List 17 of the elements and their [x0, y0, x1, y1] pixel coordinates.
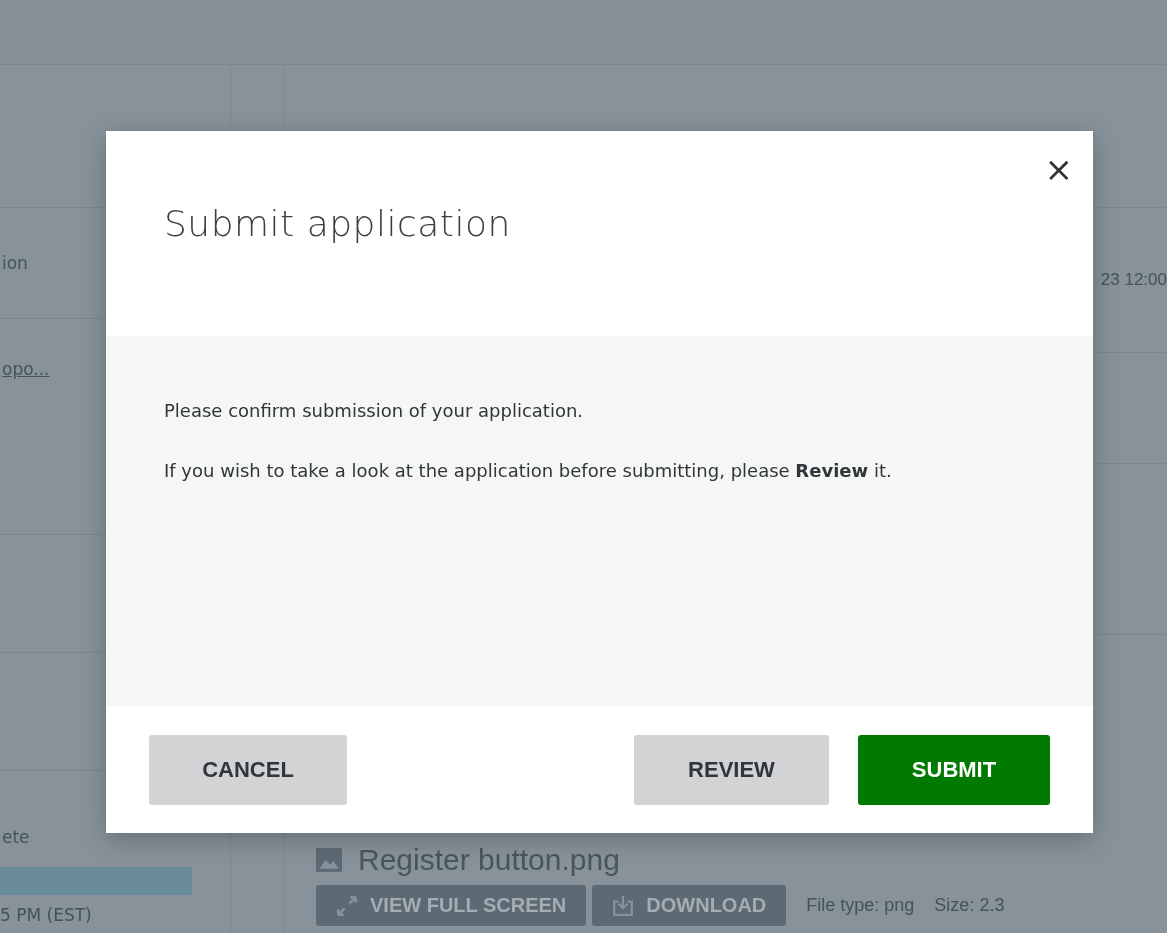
- submit-button[interactable]: SUBMIT: [858, 734, 1050, 805]
- cancel-button[interactable]: CANCEL: [149, 734, 347, 805]
- sidebar-label: ete: [2, 827, 30, 847]
- file-size-text: Size: 2.3: [934, 895, 1005, 916]
- close-button[interactable]: ×: [1038, 147, 1079, 191]
- file-name: Register button.png: [358, 843, 620, 877]
- date-text: 23 12:00: [1100, 270, 1167, 290]
- dialog-message: If you wish to take a look at the application before submitting, please Review it.: [164, 458, 893, 483]
- dialog-title: Submit application: [164, 202, 512, 244]
- expand-arrows-icon: [336, 894, 358, 917]
- review-button[interactable]: REVIEW: [634, 734, 829, 805]
- image-icon: [316, 848, 342, 872]
- download-icon: [612, 894, 635, 917]
- dialog-message: Please confirm submission of your application.: [164, 399, 585, 423]
- time-label: 5 PM (EST): [0, 905, 93, 925]
- file-type-text: File type: png: [806, 895, 915, 916]
- sidebar-label: ion: [2, 253, 28, 273]
